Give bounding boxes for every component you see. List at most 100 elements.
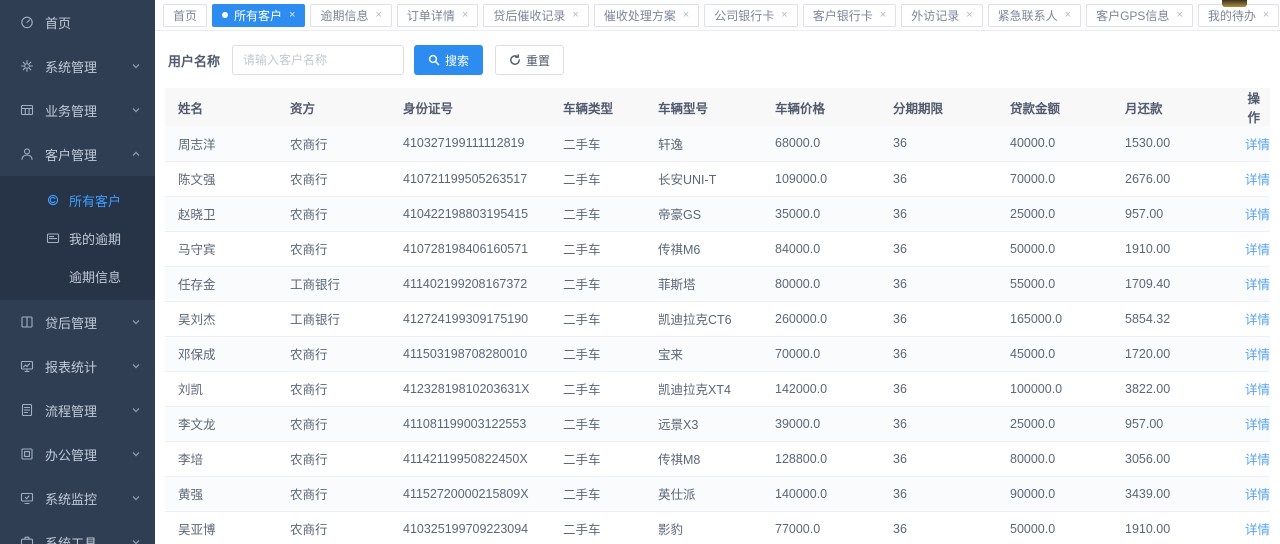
cell-vehicle-type: 二手车 — [550, 336, 645, 371]
search-icon — [428, 54, 440, 66]
cell-term: 36 — [880, 371, 997, 406]
cell-vehicle-type: 二手车 — [550, 301, 645, 336]
sidebar-item[interactable]: 系统监控 — [0, 476, 155, 520]
cell-vehicle-type: 二手车 — [550, 441, 645, 476]
tab-close-icon[interactable]: × — [375, 10, 381, 21]
cell-monthly-payment: 957.00 — [1112, 406, 1232, 441]
customer-table: 姓名资方身份证号车辆类型车辆型号车辆价格分期期限贷款金额月还款操作 周志洋 农商… — [165, 88, 1270, 544]
tab[interactable]: 所有客户 × — [212, 4, 305, 27]
sidebar-subitem[interactable]: 逾期信息 — [0, 257, 155, 295]
cell-term: 36 — [880, 406, 997, 441]
detail-link[interactable]: 详情 — [1245, 313, 1270, 327]
sidebar-item[interactable]: 办公管理 — [0, 432, 155, 476]
cell-vehicle-model: 英仕派 — [645, 476, 762, 511]
detail-link[interactable]: 详情 — [1245, 138, 1270, 152]
tab-close-icon[interactable]: × — [572, 10, 578, 21]
cell-vehicle-model: 帝豪GS — [645, 196, 762, 231]
cell-vehicle-type: 二手车 — [550, 406, 645, 441]
cell-name: 吴刘杰 — [165, 301, 277, 336]
tab[interactable]: 首页 × — [163, 4, 207, 27]
cell-term: 36 — [880, 126, 997, 161]
gear-icon — [20, 59, 35, 74]
tab-close-icon[interactable]: × — [1065, 10, 1071, 21]
sidebar-item[interactable]: 贷后管理 — [0, 300, 155, 344]
detail-link[interactable]: 详情 — [1245, 348, 1270, 362]
tab[interactable]: 外访记录 × — [901, 4, 982, 27]
cell-vehicle-model: 宝来 — [645, 336, 762, 371]
detail-link[interactable]: 详情 — [1245, 243, 1270, 257]
cell-vehicle-model: 凯迪拉克XT4 — [645, 371, 762, 406]
tab[interactable]: 客户GPS信息 × — [1086, 4, 1193, 27]
cell-vehicle-type: 二手车 — [550, 126, 645, 161]
tab[interactable]: 紧急联系人 × — [988, 4, 1081, 27]
detail-link[interactable]: 详情 — [1245, 383, 1270, 397]
tab-close-icon[interactable]: × — [289, 10, 295, 21]
detail-link[interactable]: 详情 — [1245, 453, 1270, 467]
sidebar-item[interactable]: 系统管理 — [0, 44, 155, 88]
tab[interactable]: 贷后催收记录 × — [483, 4, 588, 27]
tab[interactable]: 催收处理方案 × — [594, 4, 699, 27]
cell-funder: 农商行 — [277, 406, 390, 441]
cell-name: 陈文强 — [165, 161, 277, 196]
tab-close-icon[interactable]: × — [1176, 10, 1182, 21]
detail-link[interactable]: 详情 — [1245, 208, 1270, 222]
cell-funder: 农商行 — [277, 441, 390, 476]
sidebar-item[interactable]: 业务管理 — [0, 88, 155, 132]
cell-vehicle-model: 长安UNI-T — [645, 161, 762, 196]
tab-close-icon[interactable]: × — [880, 10, 886, 21]
tab[interactable]: 公司银行卡 × — [704, 4, 797, 27]
tab-label: 我的待办 — [1208, 7, 1256, 24]
cell-funder: 农商行 — [277, 371, 390, 406]
cell-vehicle-type: 二手车 — [550, 371, 645, 406]
cell-id-number: 411081199003122553 — [390, 406, 550, 441]
monitor-icon — [20, 491, 35, 506]
tab-label: 客户银行卡 — [813, 7, 873, 24]
tab-close-icon[interactable]: × — [966, 10, 972, 21]
cell-id-number: 410325199709223094 — [390, 511, 550, 544]
cell-monthly-payment: 1709.40 — [1112, 266, 1232, 301]
cell-name: 李培 — [165, 441, 277, 476]
tab[interactable]: 订单详情 × — [397, 4, 478, 27]
sidebar-item[interactable]: 报表统计 — [0, 344, 155, 388]
cell-monthly-payment: 1530.00 — [1112, 126, 1232, 161]
cell-loan-amount: 70000.0 — [997, 161, 1112, 196]
sidebar-item[interactable]: 系统工具 — [0, 520, 155, 544]
table-row: 邓保成 农商行 411503198708280010 二手车 宝来 70000.… — [165, 336, 1270, 371]
cell-vehicle-type: 二手车 — [550, 266, 645, 301]
chevron-down-icon — [131, 405, 141, 415]
tab-close-icon[interactable]: × — [781, 10, 787, 21]
flow-icon — [20, 403, 35, 418]
sidebar-item-label: 办公管理 — [45, 445, 97, 464]
tab[interactable]: 逾期信息 × — [310, 4, 391, 27]
sidebar-item-label: 首页 — [45, 13, 71, 32]
detail-link[interactable]: 详情 — [1245, 278, 1270, 292]
tab-close-icon[interactable]: × — [683, 10, 689, 21]
reset-button[interactable]: 重置 — [495, 45, 564, 75]
chevron-down-icon — [131, 537, 141, 544]
detail-link[interactable]: 详情 — [1245, 488, 1270, 502]
cell-funder: 农商行 — [277, 126, 390, 161]
sidebar-item[interactable]: 首页 — [0, 0, 155, 44]
sidebar-item[interactable]: 客户管理 — [0, 132, 155, 176]
cell-funder: 农商行 — [277, 511, 390, 544]
tools-icon — [20, 535, 35, 544]
tab-close-icon[interactable]: × — [1263, 10, 1269, 21]
cell-term: 36 — [880, 441, 997, 476]
sidebar-subitem-label: 我的逾期 — [69, 229, 121, 248]
tab[interactable]: 客户银行卡 × — [803, 4, 896, 27]
sidebar-item[interactable]: 流程管理 — [0, 388, 155, 432]
sidebar: 首页 系统管理 业务管理 客户管理 — [0, 0, 155, 544]
detail-link[interactable]: 详情 — [1245, 523, 1270, 537]
sidebar-subitem[interactable]: 所有客户 — [0, 181, 155, 219]
tab-label: 外访记录 — [911, 7, 959, 24]
detail-link[interactable]: 详情 — [1245, 418, 1270, 432]
sidebar-subitem[interactable]: 我的逾期 — [0, 219, 155, 257]
cell-term: 36 — [880, 231, 997, 266]
detail-link[interactable]: 详情 — [1245, 173, 1270, 187]
cell-vehicle-type: 二手车 — [550, 231, 645, 266]
search-input[interactable] — [232, 45, 404, 75]
tab-close-icon[interactable]: × — [462, 10, 468, 21]
avatar[interactable] — [1222, 0, 1247, 7]
search-button[interactable]: 搜索 — [414, 45, 483, 75]
column-header: 资方 — [277, 88, 390, 126]
